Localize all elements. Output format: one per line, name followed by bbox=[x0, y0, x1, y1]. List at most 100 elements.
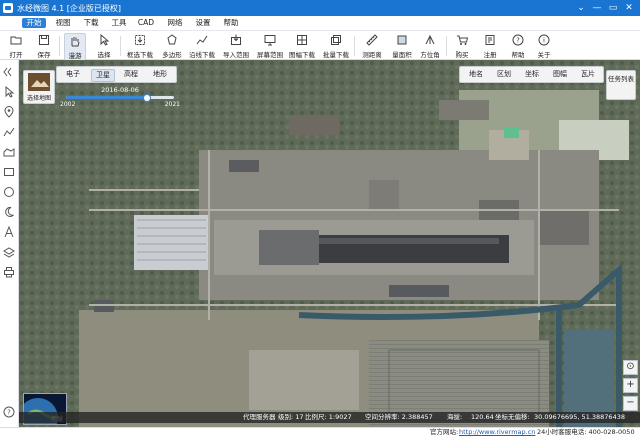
printer-icon[interactable] bbox=[3, 266, 15, 278]
zoom-level: 级别: 17 bbox=[278, 413, 304, 421]
batch-download-button[interactable]: 批量下载 bbox=[323, 33, 349, 59]
map-status-bar: 代理服务器 级别: 17 比例尺: 1:9027 空间分辨率: 2.388457… bbox=[19, 412, 640, 423]
app-logo-icon bbox=[3, 3, 13, 13]
line-download-icon bbox=[196, 35, 208, 45]
map-type-terrain[interactable]: 地形 bbox=[149, 69, 171, 80]
register-icon bbox=[485, 35, 495, 45]
timeline-end-year: 2021 bbox=[164, 101, 180, 108]
line-download-button[interactable]: 沿线下载 bbox=[189, 33, 215, 59]
map-type-elevation[interactable]: 高程 bbox=[120, 69, 142, 80]
batch-download-icon bbox=[331, 35, 341, 45]
coordinate-label: 坐标无偏移: bbox=[495, 413, 530, 421]
box-download-button[interactable]: 框选下载 bbox=[127, 33, 153, 59]
cursor-icon bbox=[100, 34, 110, 46]
left-toolbar: ? bbox=[0, 60, 19, 427]
menu-bar: 开始 视图 下载 工具 CAD 网络 设置 帮助 bbox=[0, 16, 640, 31]
help-button[interactable]: ? 帮助 bbox=[508, 33, 528, 59]
folder-icon bbox=[10, 36, 22, 45]
svg-text:?: ? bbox=[516, 37, 520, 45]
toolbar-separator bbox=[120, 36, 121, 56]
layers-icon[interactable] bbox=[3, 246, 15, 258]
zoom-in-button[interactable]: + bbox=[623, 378, 638, 393]
open-button[interactable]: 打开 bbox=[6, 33, 26, 59]
elevation-label: 海拔: bbox=[447, 413, 463, 421]
register-button[interactable]: 注册 bbox=[480, 33, 500, 59]
menu-download[interactable]: 下载 bbox=[80, 18, 102, 28]
map-thumbnail-icon bbox=[28, 73, 50, 91]
dropdown-icon[interactable]: ⌄ bbox=[574, 2, 588, 14]
map-view[interactable]: 选择地图 电子 卫星 高程 地形 2016-08-06 2002 2021 地名… bbox=[19, 60, 640, 427]
question-icon[interactable]: ? bbox=[3, 406, 15, 418]
pin-icon[interactable] bbox=[3, 106, 15, 118]
locate-icon[interactable]: ⊙ bbox=[623, 360, 638, 375]
close-button[interactable]: ✕ bbox=[622, 2, 636, 14]
polygon-icon[interactable] bbox=[3, 146, 15, 158]
map-type-switcher: 电子 卫星 高程 地形 bbox=[56, 66, 177, 83]
text-icon[interactable] bbox=[3, 226, 15, 238]
minimize-button[interactable]: — bbox=[590, 2, 604, 14]
map-picker-label: 选择地图 bbox=[26, 95, 51, 102]
rectangle-icon[interactable] bbox=[3, 166, 15, 178]
map-type-electronic[interactable]: 电子 bbox=[62, 69, 84, 80]
moon-icon[interactable] bbox=[3, 206, 15, 218]
layer-place-names[interactable]: 地名 bbox=[466, 69, 486, 80]
import-range-icon bbox=[231, 34, 241, 45]
map-type-satellite[interactable]: 卫星 bbox=[91, 69, 115, 82]
proxy-server-status: 代理服务器 bbox=[243, 413, 276, 421]
task-list-button[interactable]: 任务列表 bbox=[606, 70, 636, 100]
import-range-button[interactable]: 导入范围 bbox=[223, 33, 249, 59]
spatial-resolution: 空间分辨率: 2.388457 bbox=[365, 413, 433, 421]
toolbar: 打开 保存 漫游 选择 框选下载 多边形 沿线下载 导入范围 屏幕范围 图幅下载… bbox=[0, 31, 640, 61]
layer-divisions[interactable]: 区划 bbox=[494, 69, 514, 80]
pan-button[interactable]: 漫游 bbox=[64, 33, 86, 61]
measure-area-icon bbox=[397, 35, 407, 45]
polygon-download-button[interactable]: 多边形 bbox=[162, 33, 182, 59]
polygon-icon bbox=[167, 34, 177, 45]
menu-network[interactable]: 网络 bbox=[164, 18, 186, 28]
box-download-icon bbox=[135, 35, 145, 45]
screen-range-icon bbox=[264, 35, 276, 46]
about-button[interactable]: i 关于 bbox=[534, 33, 554, 59]
menu-settings[interactable]: 设置 bbox=[192, 18, 214, 28]
cursor-coordinates: 30.09676695, 51.38876438 bbox=[534, 413, 625, 421]
measure-distance-icon bbox=[366, 34, 378, 46]
elevation-value: 120.64 bbox=[471, 413, 494, 421]
title-bar: 水经微图 4.1 [企业版已授权] ⌄ — ▭ ✕ bbox=[0, 0, 640, 16]
save-button[interactable]: 保存 bbox=[34, 33, 54, 59]
map-picker[interactable]: 选择地图 bbox=[23, 70, 55, 104]
collapse-icon[interactable] bbox=[3, 66, 15, 78]
sheet-download-button[interactable]: 图幅下载 bbox=[289, 33, 315, 59]
save-icon bbox=[39, 35, 49, 45]
timeline-handle[interactable] bbox=[142, 94, 151, 102]
azimuth-button[interactable]: 方位角 bbox=[420, 33, 440, 59]
timeline-fill bbox=[66, 96, 146, 99]
measure-area-button[interactable]: 量面积 bbox=[392, 33, 412, 59]
menu-tools[interactable]: 工具 bbox=[108, 18, 130, 28]
sheet-download-icon bbox=[297, 35, 307, 45]
screen-range-button[interactable]: 屏幕范围 bbox=[257, 33, 283, 59]
polyline-icon[interactable] bbox=[3, 126, 15, 138]
maximize-button[interactable]: ▭ bbox=[606, 2, 620, 14]
app-title: 水经微图 4.1 [企业版已授权] bbox=[17, 4, 122, 13]
hand-icon bbox=[71, 37, 80, 47]
measure-distance-button[interactable]: 测距离 bbox=[362, 33, 382, 59]
menu-help[interactable]: 帮助 bbox=[220, 18, 242, 28]
select-arrow-icon[interactable] bbox=[3, 86, 15, 98]
layer-coordinates[interactable]: 坐标 bbox=[522, 69, 542, 80]
select-button[interactable]: 选择 bbox=[94, 33, 114, 59]
menu-cad[interactable]: CAD bbox=[136, 18, 156, 28]
layer-sheets[interactable]: 图幅 bbox=[550, 69, 570, 80]
zoom-out-button[interactable]: − bbox=[623, 396, 638, 411]
layer-tiles[interactable]: 瓦片 bbox=[578, 69, 598, 80]
menu-view[interactable]: 视图 bbox=[52, 18, 74, 28]
azimuth-icon bbox=[425, 34, 435, 45]
satellite-imagery bbox=[19, 60, 640, 427]
timeline-date: 2016-08-06 bbox=[101, 86, 139, 94]
menu-start[interactable]: 开始 bbox=[22, 18, 46, 28]
buy-button[interactable]: 购买 bbox=[452, 33, 472, 59]
help-icon: ? bbox=[512, 34, 524, 46]
history-timeline: 2016-08-06 2002 2021 bbox=[60, 86, 180, 112]
layer-tabs: 地名 区划 坐标 图幅 瓦片 bbox=[459, 66, 604, 83]
svg-text:?: ? bbox=[7, 409, 11, 417]
circle-icon[interactable] bbox=[3, 186, 15, 198]
